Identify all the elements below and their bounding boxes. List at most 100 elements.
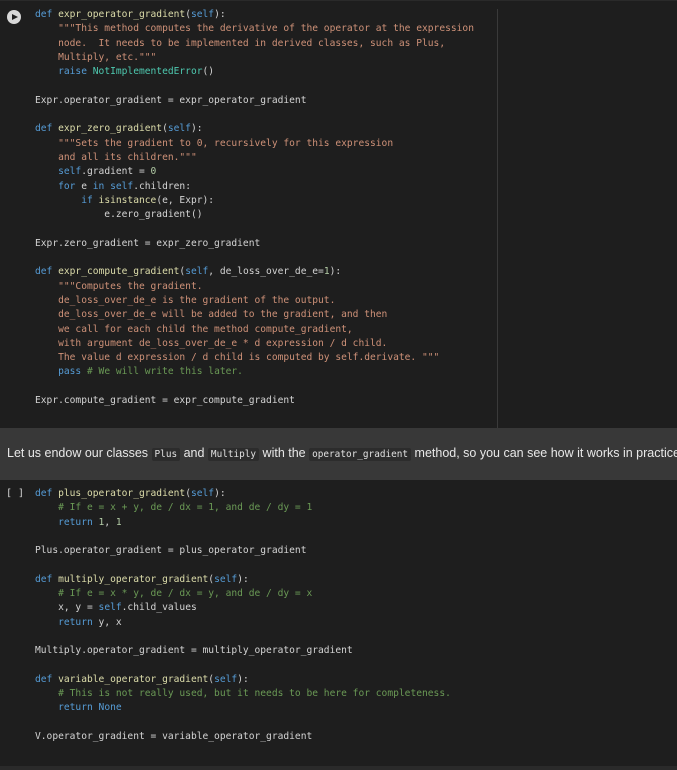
code-token: pass [58,366,87,378]
code-token: return [58,702,99,714]
inline-code-operator-gradient: operator_gradient [309,448,412,461]
code-token: x, y = [35,602,99,614]
code-token: # This is not really used, but it needs … [58,688,451,700]
run-cell-icon[interactable] [7,10,21,24]
code-token: , [104,516,116,528]
code-line[interactable]: Expr.zero_gradient = expr_zero_gradient [35,237,474,251]
code-token: def [35,266,59,278]
code-line[interactable]: de_loss_over_de_e is the gradient of the… [35,294,474,308]
code-line[interactable]: def expr_operator_gradient(self): [35,8,474,22]
code-line[interactable]: # If e = x * y, de / dx = y, and de / dy… [35,587,451,601]
code-token: and all its children.""" [35,151,197,163]
code-token: if [81,194,99,206]
code-token: V.operator_gradient = variable_operator_… [35,731,313,743]
code-line[interactable]: if isinstance(e, Expr): [35,194,474,208]
code-token: ): [329,266,342,278]
code-token: def [35,9,59,20]
code-token: self [110,180,134,192]
code-line[interactable]: def variable_operator_gradient(self): [35,673,451,687]
code-token: self [190,488,215,499]
code-line[interactable] [35,251,474,265]
code-token: # If e = x * y, de / dx = y, and de / dy… [58,588,313,600]
code-token: ): [237,673,249,685]
code-line[interactable]: de_loss_over_de_e will be added to the g… [35,308,474,322]
code-line[interactable]: return 1, 1 [35,516,451,530]
code-token: y, x [98,616,122,628]
code-token: Expr.compute_gradient = expr_compute_gra… [35,395,295,407]
code-line[interactable] [35,530,451,544]
code-line[interactable]: for e in self.children: [35,180,474,194]
code-line[interactable]: """Computes the gradient. [35,280,474,294]
code-line[interactable]: with argument de_loss_over_de_e * d expr… [35,337,474,351]
code-token: self [214,673,238,685]
code-token: self [214,573,238,585]
code-line[interactable] [35,558,451,572]
code-line[interactable]: self.gradient = 0 [35,165,474,179]
code-line[interactable] [35,108,474,122]
code-line[interactable] [35,659,451,673]
code-line[interactable]: # This is not really used, but it needs … [35,687,451,701]
code-line[interactable]: we call for each child the method comput… [35,323,474,337]
code-token: Expr.zero_gradient = expr_zero_gradient [35,237,261,249]
code-line[interactable]: The value d expression / d child is comp… [35,351,474,365]
cell-divider [497,9,498,429]
code-line[interactable]: x, y = self.child_values [35,601,451,615]
code-line[interactable]: def plus_operator_gradient(self): [35,487,451,501]
code-line[interactable]: node. It needs to be implemented in deri… [35,37,474,51]
code-token: variable_operator_gradient [58,673,209,685]
code-token: def [35,123,59,135]
code-token: # We will write this later. [87,366,243,378]
code-editor-1[interactable]: def expr_operator_gradient(self): """Thi… [35,8,474,408]
code-token: def [35,573,59,585]
code-line[interactable]: """This method computes the derivative o… [35,22,474,36]
code-line[interactable] [35,222,474,236]
code-editor-2[interactable]: def plus_operator_gradient(self): # If e… [35,487,451,744]
code-token: with argument de_loss_over_de_e * d expr… [35,337,388,349]
code-token: ): [237,573,249,585]
code-token: """This method computes the derivative o… [35,23,474,35]
bottom-divider [0,766,677,770]
code-token: node. It needs to be implemented in deri… [35,37,446,49]
code-line[interactable]: return y, x [35,616,451,630]
code-line[interactable]: def expr_zero_gradient(self): [35,122,474,136]
code-token: 1 [115,516,122,528]
code-line[interactable]: and all its children.""" [35,151,474,165]
code-token: we call for each child the method comput… [35,323,353,335]
code-token: de_loss_over_de_e will be added to the g… [35,309,388,321]
code-line[interactable]: def expr_compute_gradient(self, de_loss_… [35,265,474,279]
code-line[interactable]: def multiply_operator_gradient(self): [35,573,451,587]
code-line[interactable] [35,716,451,730]
code-line[interactable] [35,630,451,644]
code-token: NotImplementedError [92,66,203,78]
code-line[interactable]: Multiply.operator_gradient = multiply_op… [35,644,451,658]
code-line[interactable]: V.operator_gradient = variable_operator_… [35,730,451,744]
code-token: .gradient = [81,166,151,178]
code-token: () [202,66,215,78]
code-token: self [167,123,191,135]
code-line[interactable]: Multiply, etc.""" [35,51,474,65]
code-token: expr_zero_gradient [58,123,163,135]
code-line[interactable]: """Sets the gradient to 0, recursively f… [35,137,474,151]
code-line[interactable]: Expr.compute_gradient = expr_compute_gra… [35,394,474,408]
execution-count[interactable]: [ ] [6,488,24,499]
code-token: self [190,9,215,20]
code-line[interactable]: Plus.operator_gradient = plus_operator_g… [35,544,451,558]
code-line[interactable] [35,79,474,93]
code-token: .child_values [121,602,197,614]
code-token: de_loss_over_de_e is the gradient of the… [35,294,336,306]
code-token: 0 [150,166,157,178]
code-token: multiply_operator_gradient [58,573,209,585]
code-line[interactable] [35,380,474,394]
code-line[interactable]: # If e = x + y, de / dx = 1, and de / dy… [35,501,451,515]
code-line[interactable]: Expr.operator_gradient = expr_operator_g… [35,94,474,108]
code-line[interactable]: raise NotImplementedError() [35,65,474,79]
code-line[interactable]: e.zero_gradient() [35,208,474,222]
code-line[interactable]: pass # We will write this later. [35,365,474,379]
code-line[interactable]: return None [35,701,451,715]
code-token: self [185,266,209,278]
